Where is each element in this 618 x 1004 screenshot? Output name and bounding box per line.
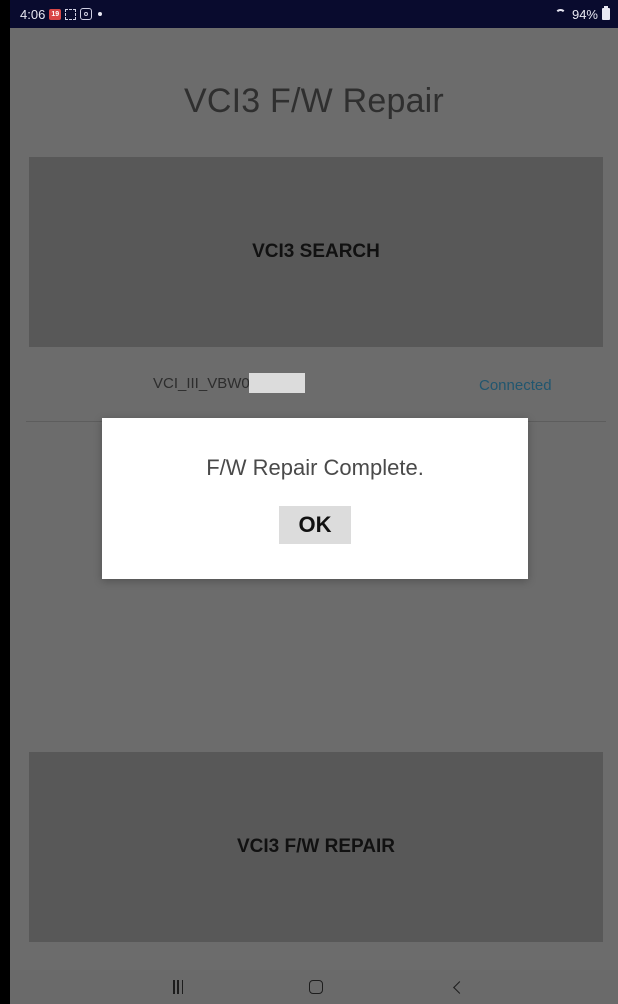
battery-percentage: 94% xyxy=(571,6,598,22)
dialog-message: F/W Repair Complete. xyxy=(206,455,424,480)
back-button[interactable] xyxy=(439,972,475,1002)
device-name-text: VCI_III_VBW0 xyxy=(153,374,250,392)
notification-dot-icon xyxy=(98,12,103,16)
redaction-block xyxy=(248,373,305,393)
page-title: VCI3 F/W Repair xyxy=(184,82,444,120)
recents-button[interactable] xyxy=(160,972,196,1002)
status-bar: 4:06 19 94% xyxy=(10,0,618,28)
navigation-bar xyxy=(10,970,618,1004)
ok-button[interactable]: OK xyxy=(279,506,351,544)
vci3-search-label: VCI3 SEARCH xyxy=(252,241,380,262)
recents-icon xyxy=(172,980,184,994)
status-left-group: 4:06 19 xyxy=(20,6,103,22)
home-icon xyxy=(309,980,323,994)
device-screen: 4:06 19 94% VCI3 F/W Repair VCI3 SEARCH … xyxy=(10,0,618,1004)
status-right-group: 94% xyxy=(554,6,610,22)
back-icon xyxy=(452,980,466,994)
device-list-item[interactable]: VCI_III_VBW0 Connected xyxy=(26,365,606,422)
home-button[interactable] xyxy=(298,972,334,1002)
calendar-badge: 19 xyxy=(51,10,60,18)
status-time: 4:06 xyxy=(20,6,46,22)
device-status: Connected xyxy=(479,377,552,394)
wifi-icon xyxy=(554,8,568,20)
repair-complete-dialog: F/W Repair Complete. OK xyxy=(102,418,528,579)
device-name: VCI_III_VBW0 xyxy=(153,373,305,393)
vci3-search-button[interactable]: VCI3 SEARCH xyxy=(29,157,603,347)
calendar-icon: 19 xyxy=(49,8,62,20)
vci3-fw-repair-button[interactable]: VCI3 F/W REPAIR xyxy=(29,752,603,942)
battery-icon xyxy=(602,6,610,20)
vci3-fw-repair-label: VCI3 F/W REPAIR xyxy=(237,836,395,857)
recents-icon-bar xyxy=(177,980,179,994)
dotted-frame-icon xyxy=(65,8,77,20)
scan-icon xyxy=(80,8,93,20)
